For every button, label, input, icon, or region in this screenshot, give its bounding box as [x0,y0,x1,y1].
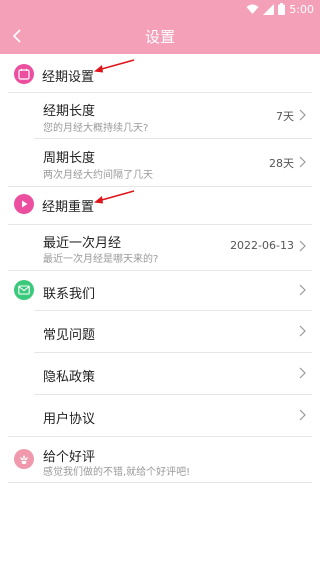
contact-us-row[interactable]: 联系我们 [0,270,320,310]
section-period-reset: 经期重置 [0,186,320,224]
row-title: 最近一次月经 [43,236,122,251]
section-label: 经期重置 [42,200,95,215]
period-length-row[interactable]: 经期长度 您的月经大概持续几天? 7天 [0,92,320,138]
row-value: 2022-06-13 [230,239,294,252]
chevron-right-icon [299,156,306,168]
calendar-icon [14,64,34,84]
row-subtitle: 您的月经大概持续几天? [43,123,149,134]
section-period-settings: 经期设置 [0,56,320,94]
privacy-policy-row[interactable]: 隐私政策 [0,352,320,394]
chevron-right-icon [299,325,306,337]
divider [8,482,312,483]
annotation-arrow-icon [94,190,135,204]
chevron-right-icon [299,409,306,421]
chevron-right-icon [299,367,306,379]
settings-list: 经期设置 经期长度 您的月经大概持续几天? 7天 周期长度 两次月经大约间隔了几… [0,54,320,570]
last-period-row[interactable]: 最近一次月经 最近一次月经是哪天来的? 2022-06-13 [0,224,320,270]
cycle-length-row[interactable]: 周期长度 两次月经大约间隔了几天 28天 [0,138,320,186]
chevron-right-icon [299,240,306,252]
status-bar: 5:00 [0,0,320,18]
battery-icon [278,3,286,15]
row-title: 经期长度 [43,104,96,119]
row-title: 联系我们 [43,287,96,302]
chevron-right-icon [299,109,306,121]
status-time: 5:00 [289,2,314,16]
faq-row[interactable]: 常见问题 [0,310,320,352]
row-title: 用户协议 [43,412,96,427]
row-subtitle: 最近一次月经是哪天来的? [43,254,159,265]
row-title: 周期长度 [43,151,96,166]
row-subtitle: 感觉我们做的不错,就给个好评吧! [43,467,191,478]
mail-icon [14,280,34,300]
row-title: 常见问题 [43,328,96,343]
signal-icon [263,3,275,15]
rate-us-row[interactable]: 给个好评 感觉我们做的不错,就给个好评吧! [0,436,320,482]
flower-icon [14,449,34,469]
play-icon [14,194,34,214]
row-value: 28天 [269,157,294,170]
app-header: 设置 [0,18,320,54]
row-title: 隐私政策 [43,370,96,385]
wifi-icon [246,4,259,14]
chevron-right-icon [299,284,306,296]
annotation-arrow-icon [94,59,135,73]
page-title: 设置 [144,28,175,46]
row-subtitle: 两次月经大约间隔了几天 [43,170,153,181]
section-label: 经期设置 [42,70,95,85]
row-value: 7天 [276,110,294,123]
user-agreement-row[interactable]: 用户协议 [0,394,320,436]
